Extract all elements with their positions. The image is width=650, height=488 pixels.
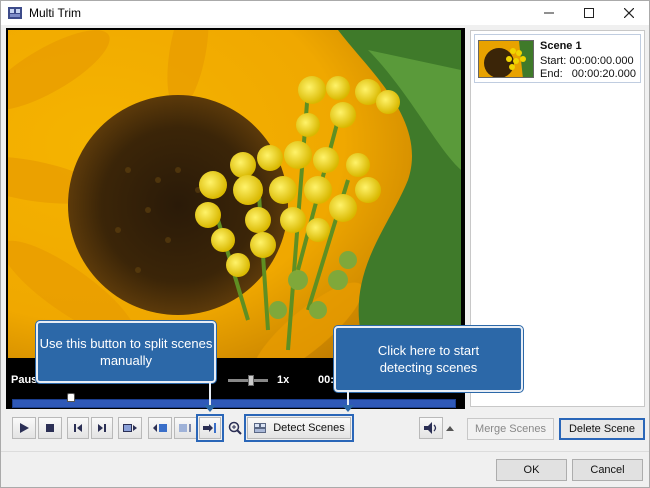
playback-time: 00: xyxy=(318,374,334,386)
previous-frame-icon xyxy=(74,424,82,432)
volume-button[interactable] xyxy=(419,417,443,439)
merge-scenes-button[interactable]: Merge Scenes xyxy=(467,418,554,440)
mark-out-button[interactable] xyxy=(174,417,198,439)
play-icon xyxy=(20,423,29,433)
stop-button[interactable] xyxy=(38,417,62,439)
split-scene-button[interactable] xyxy=(199,417,221,439)
chevron-up-icon xyxy=(446,426,454,431)
video-frame-image xyxy=(8,30,461,358)
window-title: Multi Trim xyxy=(29,6,81,20)
film-forward-icon xyxy=(123,424,137,432)
title-bar: Multi Trim xyxy=(1,1,649,25)
split-callout-text: Use this button to split scenes manually xyxy=(39,336,213,368)
speed-slider[interactable] xyxy=(228,375,268,386)
ok-button[interactable]: OK xyxy=(496,459,567,481)
detect-button-callout: Click here to start detecting scenes xyxy=(334,326,523,392)
detect-scenes-button[interactable]: Detect Scenes xyxy=(247,417,351,439)
timeline-playhead[interactable] xyxy=(67,393,75,402)
volume-menu-button[interactable] xyxy=(444,417,456,439)
maximize-icon xyxy=(584,8,594,18)
close-icon xyxy=(624,8,634,18)
delete-scene-button[interactable]: Delete Scene xyxy=(559,418,645,440)
minimize-icon xyxy=(544,12,554,14)
mark-out-icon xyxy=(179,424,191,432)
previous-frame-button[interactable] xyxy=(67,417,89,439)
speaker-icon xyxy=(424,422,437,434)
maximize-button[interactable] xyxy=(567,1,611,25)
video-preview[interactable] xyxy=(8,30,461,358)
scene-thumbnail xyxy=(478,40,534,78)
scene-thumbnail-image xyxy=(479,41,533,77)
next-frame-button[interactable] xyxy=(91,417,113,439)
speed-slider-knob[interactable] xyxy=(248,375,254,386)
next-frame-icon xyxy=(98,424,106,432)
split-callout-pointer xyxy=(204,383,216,412)
close-button[interactable] xyxy=(607,1,650,25)
film-strip-icon xyxy=(8,7,22,19)
go-to-end-button[interactable] xyxy=(118,417,142,439)
play-button[interactable] xyxy=(12,417,36,439)
multi-trim-window: Multi Trim Pause 1x 00: Detect Scenes Sc… xyxy=(0,0,650,488)
minimize-button[interactable] xyxy=(527,1,571,25)
mark-in-icon xyxy=(153,424,167,432)
cancel-button[interactable]: Cancel xyxy=(572,459,643,481)
stop-icon xyxy=(46,424,54,432)
detect-callout-text: Click here to start detecting scenes xyxy=(377,343,480,375)
scene-list-item[interactable]: Scene 1 Start: 00:00:00.000 End: 00:00:2… xyxy=(474,34,641,83)
scene-name: Scene 1 xyxy=(540,40,582,52)
playback-speed: 1x xyxy=(277,374,290,386)
scene-detect-icon xyxy=(254,423,267,433)
timeline-bar[interactable] xyxy=(12,393,456,408)
zoom-button[interactable] xyxy=(225,417,245,439)
scene-end-time: End: 00:00:20.000 xyxy=(540,68,637,80)
detect-callout-pointer xyxy=(342,392,354,412)
scene-start-time: Start: 00:00:00.000 xyxy=(540,55,634,67)
detect-scenes-label: Detect Scenes xyxy=(273,422,345,434)
split-icon xyxy=(203,423,216,433)
split-button-callout: Use this button to split scenes manually xyxy=(36,321,216,383)
mark-in-button[interactable] xyxy=(148,417,172,439)
zoom-in-icon xyxy=(228,421,242,435)
